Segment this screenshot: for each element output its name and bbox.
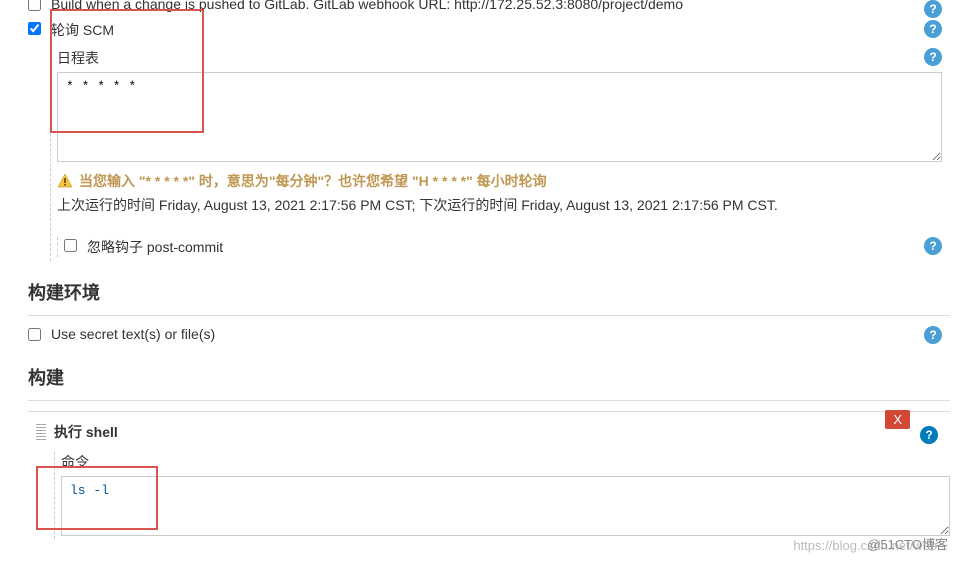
- schedule-label: 日程表: [57, 48, 942, 68]
- gitlab-push-label: Build when a change is pushed to GitLab.…: [51, 0, 942, 12]
- poll-scm-checkbox[interactable]: [28, 22, 41, 35]
- help-icon[interactable]: ?: [924, 237, 942, 255]
- use-secret-checkbox[interactable]: [28, 328, 41, 341]
- help-icon[interactable]: ?: [920, 426, 938, 444]
- divider: [28, 315, 950, 316]
- warning-text: 当您输入 "* * * * *" 时，意思为"每分钟"？也许您希望 "H * *…: [79, 171, 547, 191]
- command-label: 命令: [61, 452, 950, 472]
- section-build: 构建: [28, 364, 950, 392]
- help-icon[interactable]: ?: [924, 326, 942, 344]
- delete-step-button[interactable]: X: [885, 410, 910, 429]
- build-step-title: 执行 shell: [54, 422, 950, 442]
- warning-icon: [57, 173, 73, 189]
- use-secret-label: Use secret text(s) or file(s): [51, 326, 942, 342]
- divider: [28, 400, 950, 401]
- section-build-env: 构建环境: [28, 279, 950, 307]
- ignore-hooks-label: 忽略钩子 post-commit: [87, 237, 942, 257]
- help-icon[interactable]: ?: [924, 20, 942, 38]
- last-next-run-text: 上次运行的时间 Friday, August 13, 2021 2:17:56 …: [57, 195, 950, 215]
- watermark-51cto: @51CTO博客: [867, 534, 948, 553]
- help-icon[interactable]: ?: [924, 48, 942, 66]
- poll-scm-label: 轮询 SCM: [51, 20, 942, 40]
- gitlab-push-checkbox[interactable]: [28, 0, 41, 11]
- schedule-textarea[interactable]: [57, 72, 942, 162]
- drag-handle-icon[interactable]: [36, 424, 46, 440]
- command-textarea[interactable]: [61, 476, 950, 536]
- ignore-hooks-checkbox[interactable]: [64, 239, 77, 252]
